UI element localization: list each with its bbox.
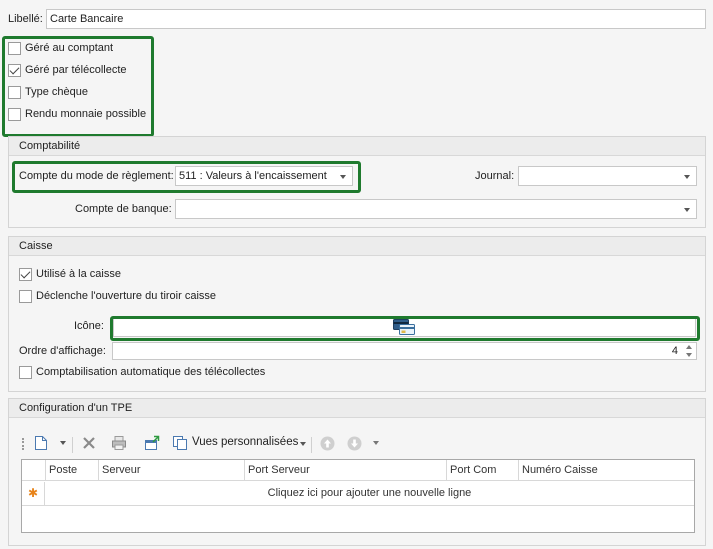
toolbar-separator bbox=[311, 437, 312, 453]
views-label: Vues personnalisées bbox=[192, 436, 299, 448]
new-dropdown-chevron-icon[interactable] bbox=[60, 441, 66, 445]
export-icon[interactable] bbox=[144, 435, 160, 454]
new-item-row[interactable]: ✱ Cliquez ici pour ajouter une nouvelle … bbox=[22, 482, 694, 506]
print-icon[interactable] bbox=[111, 435, 127, 454]
move-down-icon[interactable] bbox=[347, 436, 362, 454]
utilise-caisse-checkbox[interactable] bbox=[19, 268, 32, 281]
tpe-grid: Poste Serveur Port Serveur Port Com Numé… bbox=[21, 459, 695, 533]
views-icon bbox=[172, 435, 188, 454]
type-cheque-label: Type chèque bbox=[25, 86, 88, 98]
more-chevron-icon[interactable] bbox=[373, 441, 379, 445]
new-row-star-icon: ✱ bbox=[22, 482, 45, 505]
icone-label: Icône: bbox=[74, 320, 104, 332]
type-cheque-checkbox[interactable] bbox=[8, 86, 21, 99]
gere-comptant-label: Géré au comptant bbox=[25, 42, 114, 54]
credit-card-icon bbox=[393, 319, 415, 336]
tiroir-caisse-checkbox[interactable] bbox=[19, 290, 32, 303]
gere-comptant-checkbox[interactable] bbox=[8, 42, 21, 55]
delete-icon[interactable] bbox=[81, 435, 97, 454]
column-header-numero-caisse[interactable]: Numéro Caisse bbox=[518, 460, 694, 481]
views-chevron-icon bbox=[300, 442, 306, 446]
chevron-down-icon[interactable] bbox=[340, 175, 346, 179]
journal-label: Journal: bbox=[475, 170, 515, 182]
tpe-header: Configuration d'un TPE bbox=[9, 399, 705, 418]
grid-header: Poste Serveur Port Serveur Port Com Numé… bbox=[22, 460, 694, 481]
gere-telecollecte-label: Géré par télécollecte bbox=[25, 64, 127, 76]
compta-auto-checkbox[interactable] bbox=[19, 366, 32, 379]
column-header-poste[interactable]: Poste bbox=[45, 460, 98, 481]
compte-banque-select[interactable] bbox=[175, 199, 697, 219]
libelle-input[interactable]: Carte Bancaire bbox=[46, 9, 706, 29]
compte-reglement-label: Compte du mode de règlement: bbox=[19, 170, 174, 182]
libelle-label: Libellé: bbox=[8, 13, 43, 25]
rendu-monnaie-checkbox[interactable] bbox=[8, 108, 21, 121]
row-indicator-header bbox=[22, 460, 45, 481]
compta-auto-label: Comptabilisation automatique des télécol… bbox=[36, 366, 266, 378]
chevron-down-icon[interactable] bbox=[684, 175, 690, 179]
compte-banque-label: Compte de banque: bbox=[75, 203, 172, 215]
move-up-icon[interactable] bbox=[320, 436, 335, 454]
column-header-serveur[interactable]: Serveur bbox=[98, 460, 244, 481]
caisse-header: Caisse bbox=[9, 237, 705, 256]
rendu-monnaie-label: Rendu monnaie possible bbox=[25, 108, 147, 120]
icone-picker[interactable] bbox=[113, 317, 696, 337]
ordre-affichage-spinner[interactable]: 4 bbox=[112, 342, 697, 360]
new-row-hint: Cliquez ici pour ajouter une nouvelle li… bbox=[267, 487, 472, 499]
spin-down-icon[interactable] bbox=[686, 353, 692, 357]
new-document-icon[interactable] bbox=[34, 435, 48, 454]
journal-select[interactable] bbox=[518, 166, 697, 186]
compte-reglement-value: 511 : Valeurs à l'encaissement bbox=[179, 170, 327, 182]
ordre-affichage-value: 4 bbox=[671, 345, 678, 357]
toolbar-grip-icon bbox=[22, 438, 24, 450]
tiroir-caisse-label: Déclenche l'ouverture du tiroir caisse bbox=[36, 290, 217, 302]
utilise-caisse-label: Utilisé à la caisse bbox=[36, 268, 121, 280]
ordre-affichage-label: Ordre d'affichage: bbox=[19, 345, 106, 357]
gere-telecollecte-checkbox[interactable] bbox=[8, 64, 21, 77]
spin-up-icon[interactable] bbox=[686, 345, 692, 349]
comptabilite-header: Comptabilité bbox=[9, 137, 705, 156]
chevron-down-icon[interactable] bbox=[684, 208, 690, 212]
compte-reglement-select[interactable]: 511 : Valeurs à l'encaissement bbox=[175, 166, 353, 186]
column-header-port-serveur[interactable]: Port Serveur bbox=[244, 460, 446, 481]
column-header-port-com[interactable]: Port Com bbox=[446, 460, 518, 481]
tpe-toolbar: Vues personnalisées bbox=[19, 429, 697, 459]
toolbar-separator bbox=[72, 437, 73, 453]
